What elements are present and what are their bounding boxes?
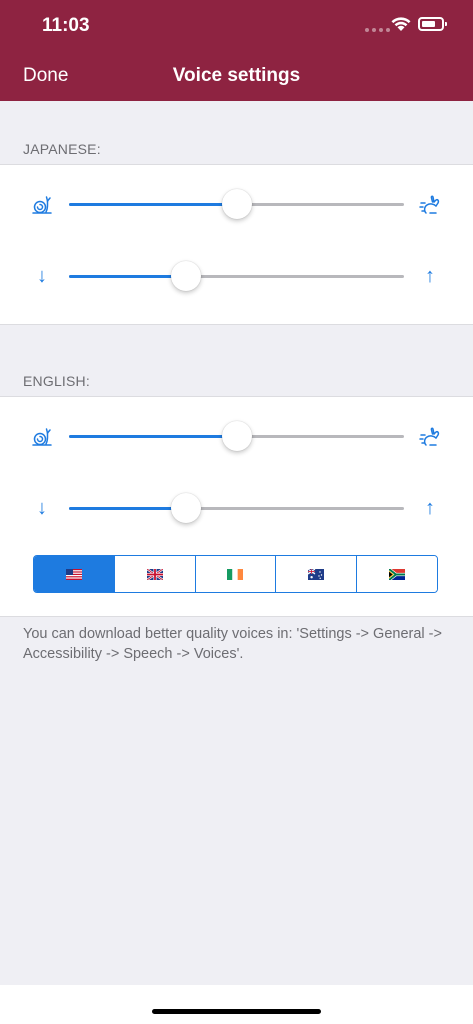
- us-flag-icon: [65, 568, 82, 580]
- segment-australia[interactable]: [276, 556, 358, 592]
- cellular-signal-icon: [365, 28, 390, 32]
- segment-south-africa[interactable]: [357, 556, 437, 592]
- home-indicator[interactable]: [152, 1009, 321, 1014]
- english-speed-row: [0, 417, 473, 457]
- download-voices-note: You can download better quality voices i…: [23, 626, 442, 662]
- arrow-down-icon: ↓: [37, 497, 47, 519]
- rabbit-icon: [419, 195, 440, 214]
- segment-us[interactable]: [34, 556, 115, 592]
- battery-icon: [418, 17, 447, 31]
- segment-ireland[interactable]: [195, 556, 277, 592]
- arrow-up-icon: ↑: [425, 497, 435, 519]
- arrow-down-icon: ↓: [37, 265, 47, 287]
- japanese-speed-row: [0, 185, 473, 225]
- status-bar: 11:03: [0, 0, 473, 52]
- english-speed-slider[interactable]: [69, 421, 404, 451]
- english-speed-slider-thumb[interactable]: [222, 421, 252, 451]
- rabbit-icon: [419, 427, 440, 446]
- navigation-bar: Done Voice settings: [0, 52, 473, 101]
- ireland-flag-icon: [227, 568, 244, 580]
- japanese-speed-slider-thumb[interactable]: [222, 189, 252, 219]
- japanese-pitch-row: ↓ ↑: [0, 257, 473, 297]
- section-header-english: ENGLISH:: [23, 373, 90, 389]
- japanese-settings-group: ↓ ↑: [0, 164, 473, 325]
- page-title: Voice settings: [172, 65, 301, 86]
- japanese-pitch-slider-thumb[interactable]: [171, 261, 201, 291]
- snail-icon: [32, 428, 52, 446]
- bottom-safe-area: [0, 985, 473, 1024]
- section-header-japanese: JAPANESE:: [23, 141, 101, 157]
- english-pitch-row: ↓ ↑: [0, 489, 473, 529]
- segment-uk[interactable]: [114, 556, 196, 592]
- australia-flag-icon: [308, 568, 325, 580]
- snail-icon: [32, 196, 52, 214]
- japanese-speed-slider[interactable]: [69, 189, 404, 219]
- english-pitch-slider-thumb[interactable]: [171, 493, 201, 523]
- japanese-pitch-slider[interactable]: [69, 261, 404, 291]
- south-africa-flag-icon: [389, 568, 406, 580]
- arrow-up-icon: ↑: [425, 265, 435, 287]
- uk-flag-icon: [146, 568, 163, 580]
- english-pitch-slider[interactable]: [69, 493, 404, 523]
- english-accent-selector: [33, 555, 438, 593]
- status-time: 11:03: [42, 15, 90, 36]
- wifi-icon: [391, 17, 411, 31]
